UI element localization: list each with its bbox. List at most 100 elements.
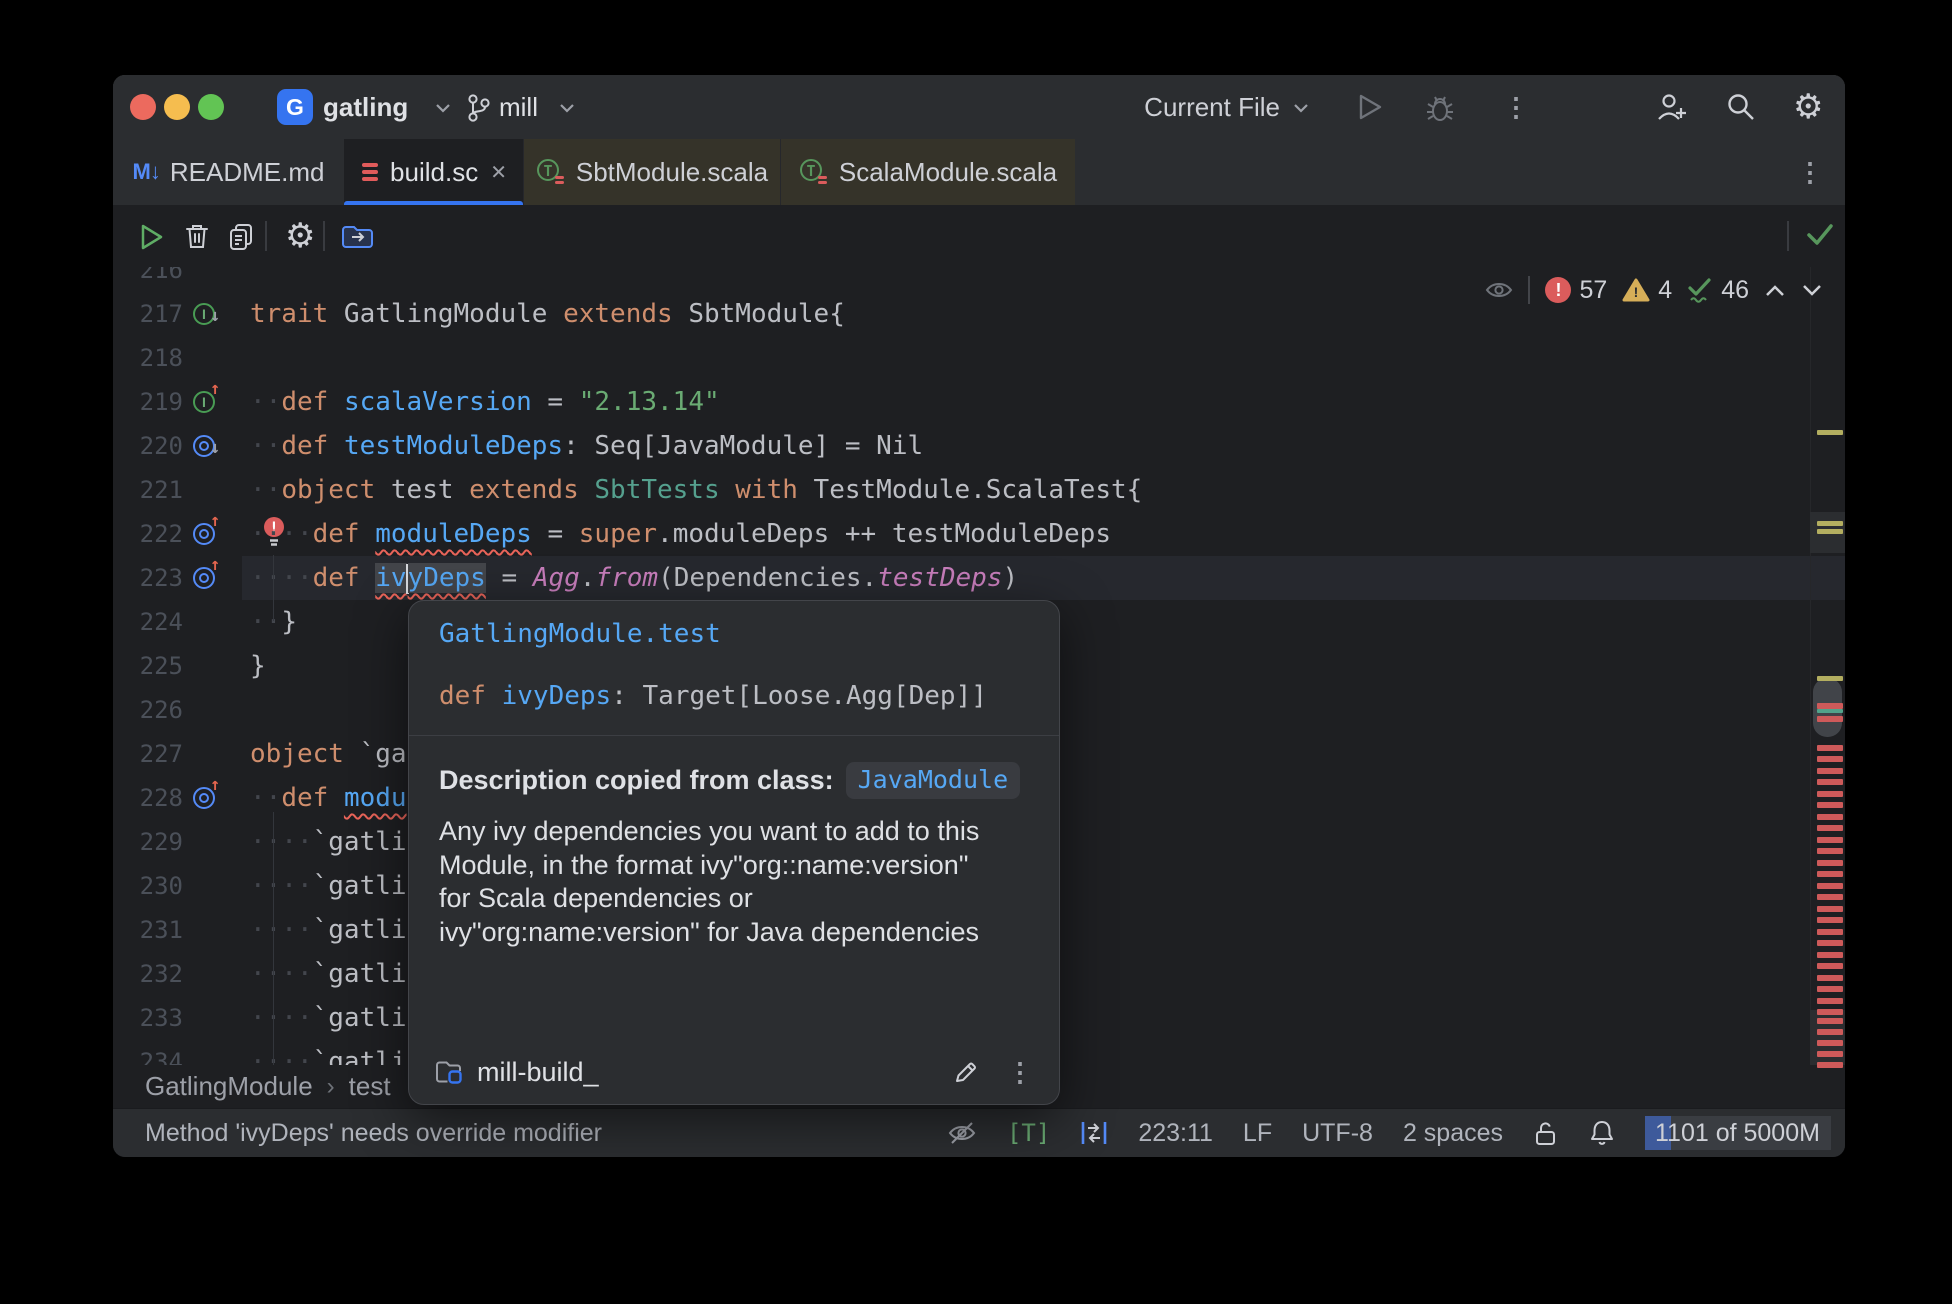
type-highlighting-indicator[interactable]: [T] xyxy=(1007,1119,1050,1147)
implemented-marker-icon[interactable]: I ↓ xyxy=(193,292,229,336)
line-number[interactable]: 225 xyxy=(113,644,183,688)
indent-guides-icon[interactable] xyxy=(1080,1119,1108,1147)
error-stripe-mark[interactable] xyxy=(1817,929,1843,935)
error-stripe-mark[interactable] xyxy=(1817,906,1843,912)
info-stripe-mark[interactable] xyxy=(1817,709,1843,713)
previous-problem-chevron-icon[interactable] xyxy=(1764,284,1786,297)
line-number[interactable]: 221 xyxy=(113,468,183,512)
notifications-bell-icon[interactable] xyxy=(1589,1119,1615,1147)
breadcrumb-item[interactable]: GatlingModule xyxy=(145,1071,313,1102)
open-in-folder-icon[interactable] xyxy=(341,224,375,250)
line-number[interactable]: 220 xyxy=(113,424,183,468)
error-stripe-mark[interactable] xyxy=(1817,802,1843,808)
minimize-window-button[interactable] xyxy=(164,94,190,120)
error-stripe-mark[interactable] xyxy=(1817,963,1843,969)
branch-selector[interactable]: mill xyxy=(499,75,538,139)
warning-stripe-mark[interactable] xyxy=(1817,529,1843,534)
error-stripe-mark[interactable] xyxy=(1817,860,1843,866)
error-stripe-mark[interactable] xyxy=(1817,1018,1843,1024)
error-stripe-mark[interactable] xyxy=(1817,986,1843,992)
run-script-button[interactable] xyxy=(139,223,165,251)
error-stripe-mark[interactable] xyxy=(1817,814,1843,820)
line-number[interactable]: 229 xyxy=(113,820,183,864)
close-tab-icon[interactable]: ✕ xyxy=(490,160,507,185)
implemented-marker-icon[interactable]: I ↑ xyxy=(193,379,229,424)
tab-sbtmodule[interactable]: T SbtModule.scala xyxy=(523,139,780,205)
error-stripe-mark[interactable] xyxy=(1817,1029,1843,1035)
code-line[interactable]: 220 ↓ ··def testModuleDeps: Seq[JavaModule… xyxy=(113,424,1845,468)
error-stripe-mark[interactable] xyxy=(1817,756,1843,762)
run-button[interactable] xyxy=(1357,94,1383,120)
highlighting-off-eye-icon[interactable] xyxy=(947,1121,977,1145)
javamodule-class-chip[interactable]: JavaModule xyxy=(845,762,1021,799)
memory-indicator[interactable]: 1101 of 5000M xyxy=(1645,1116,1831,1150)
problems-check-icon[interactable] xyxy=(1805,222,1835,248)
line-number[interactable]: 217 xyxy=(113,292,183,336)
tab-readme[interactable]: M↓ README.md xyxy=(113,139,344,205)
warning-count[interactable]: ! 4 xyxy=(1622,276,1672,305)
doc-context-link[interactable]: GatlingModule.test xyxy=(409,601,1059,649)
close-window-button[interactable] xyxy=(130,94,156,120)
tab-options-button[interactable]: ⋮ xyxy=(1797,139,1823,205)
delete-icon[interactable] xyxy=(183,222,211,250)
error-stripe-mark[interactable] xyxy=(1817,1040,1843,1046)
project-icon[interactable]: G xyxy=(277,89,313,125)
override-marker-icon[interactable]: ↓ xyxy=(193,424,229,468)
error-stripe-mark[interactable] xyxy=(1817,791,1843,797)
error-stripe-mark[interactable] xyxy=(1817,871,1843,877)
error-stripe-mark[interactable] xyxy=(1817,1062,1843,1068)
error-count[interactable]: ! 57 xyxy=(1545,276,1607,305)
project-selector[interactable]: gatling xyxy=(323,75,408,139)
line-number[interactable]: 226 xyxy=(113,688,183,732)
code-line[interactable]: 221 ··object test extends SbtTests with T… xyxy=(113,468,1845,512)
error-stripe-mark[interactable] xyxy=(1817,998,1843,1004)
debug-button[interactable] xyxy=(1425,93,1455,123)
override-marker-icon[interactable]: ↑ xyxy=(193,555,229,600)
error-stripe-mark[interactable] xyxy=(1817,848,1843,854)
add-user-icon[interactable] xyxy=(1656,92,1688,122)
line-number[interactable]: 230 xyxy=(113,864,183,908)
popup-more-button[interactable]: ⋮ xyxy=(1007,1057,1033,1088)
error-stripe-mark[interactable] xyxy=(1817,975,1843,981)
error-stripe-mark[interactable] xyxy=(1817,745,1843,751)
line-ending-selector[interactable]: LF xyxy=(1243,1119,1272,1148)
line-number[interactable]: 233 xyxy=(113,996,183,1040)
warning-stripe-mark[interactable] xyxy=(1817,521,1843,526)
line-number[interactable]: 228 xyxy=(113,776,183,820)
error-stripe-mark[interactable] xyxy=(1817,825,1843,831)
line-number[interactable]: 232 xyxy=(113,952,183,996)
run-configuration-selector[interactable]: Current File xyxy=(1120,75,1280,139)
line-number[interactable]: 222 xyxy=(113,512,183,556)
error-stripe-mark[interactable] xyxy=(1817,716,1843,722)
line-number[interactable]: 219 xyxy=(113,380,183,424)
line-number[interactable]: 231 xyxy=(113,908,183,952)
error-stripe-mark[interactable] xyxy=(1817,883,1843,889)
passed-count[interactable]: 46 xyxy=(1687,276,1749,305)
error-stripe-mark[interactable] xyxy=(1817,952,1843,958)
line-number[interactable]: 227 xyxy=(113,732,183,776)
warning-stripe-mark[interactable] xyxy=(1817,430,1843,435)
warning-stripe-mark[interactable] xyxy=(1817,676,1843,681)
line-number[interactable]: 224 xyxy=(113,600,183,644)
encoding-selector[interactable]: UTF-8 xyxy=(1302,1119,1373,1148)
code-line[interactable]: 222 ↑! ····def moduleDeps = super.moduleDe… xyxy=(113,511,1845,556)
error-stripe-mark[interactable] xyxy=(1817,917,1843,923)
tab-build-sc[interactable]: build.sc ✕ xyxy=(344,139,523,205)
line-number[interactable]: 223 xyxy=(113,556,183,600)
next-problem-chevron-icon[interactable] xyxy=(1801,284,1823,297)
settings-gear-icon[interactable]: ⚙ xyxy=(1793,75,1823,139)
code-line[interactable]: 223 ↑ ····def ivyDeps = Agg.from(Dependenc… xyxy=(113,555,1845,600)
line-number[interactable]: 234 xyxy=(113,1040,183,1065)
error-stripe-mark[interactable] xyxy=(1817,940,1843,946)
search-icon[interactable] xyxy=(1726,92,1756,122)
unlocked-padlock-icon[interactable] xyxy=(1533,1119,1559,1147)
run-settings-gear-icon[interactable]: ⚙ xyxy=(285,205,315,267)
line-number[interactable]: 216 xyxy=(113,267,183,292)
override-marker-icon[interactable]: ↑ xyxy=(193,511,229,556)
code-line[interactable]: 219 I ↑ ··def scalaVersion = "2.13.14" xyxy=(113,379,1845,424)
override-marker-icon[interactable]: ↑ xyxy=(193,775,229,820)
error-stripe-mark[interactable] xyxy=(1817,1051,1843,1057)
preview-eye-icon[interactable] xyxy=(1485,280,1513,300)
edit-pencil-icon[interactable] xyxy=(953,1059,979,1085)
error-stripe-mark[interactable] xyxy=(1817,768,1843,774)
